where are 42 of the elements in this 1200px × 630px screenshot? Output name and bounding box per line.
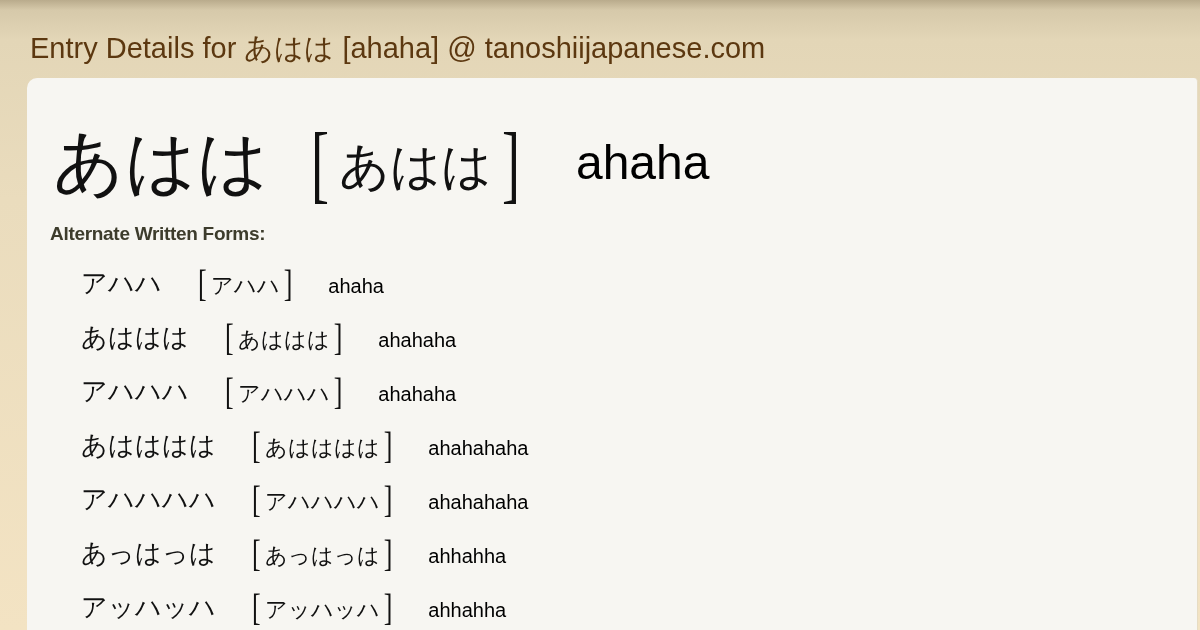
entry-word: あはは — [53, 128, 269, 198]
form-romaji: ahhahha — [428, 546, 507, 566]
form-word: アハハハハ — [81, 487, 216, 513]
entry-romaji: ahaha — [575, 139, 710, 187]
reading-bracket: [ — [252, 427, 261, 465]
reading-bracket: [ — [311, 119, 329, 207]
form-romaji: ahahahaha — [428, 492, 529, 512]
form-reading: アハハハ — [237, 382, 330, 405]
page-title: Entry Details for あはは [ahaha] @ tanoshiijapanese.com — [30, 31, 766, 66]
form-reading: アッハッハ — [264, 598, 380, 621]
reading-bracket: ] — [383, 481, 393, 519]
form-word: アハハハ — [81, 379, 189, 405]
reading-bracket: ] — [383, 589, 393, 627]
entry-reading: あはは — [339, 141, 492, 191]
form-reading: あははは — [237, 328, 330, 351]
reading-bracket: ] — [502, 119, 520, 207]
reading-bracket: ] — [333, 319, 343, 357]
form-word: アッハッハ — [81, 595, 216, 621]
reading-bracket: ] — [283, 265, 293, 303]
form-romaji: ahhahha — [428, 600, 507, 620]
reading-bracket: ] — [333, 373, 343, 411]
form-romaji: ahahaha — [378, 330, 457, 350]
form-reading: アハハハハ — [264, 490, 380, 513]
form-romaji: ahaha — [328, 276, 384, 296]
form-word: あははは — [81, 325, 189, 351]
form-reading: あっはっは — [264, 544, 380, 567]
form-romaji: ahahaha — [378, 384, 457, 404]
form-romaji: ahahahaha — [428, 438, 529, 458]
reading-bracket: [ — [198, 265, 207, 303]
reading-bracket: ] — [383, 535, 393, 573]
section-heading: Alternate Written Forms: — [50, 222, 266, 246]
form-word: あはははは — [81, 433, 216, 459]
reading-bracket: [ — [225, 319, 234, 357]
form-reading: アハハ — [210, 274, 280, 297]
reading-bracket: [ — [225, 373, 234, 411]
form-word: あっはっは — [81, 541, 216, 567]
reading-bracket: [ — [252, 481, 261, 519]
reading-bracket: [ — [252, 535, 261, 573]
reading-bracket: ] — [383, 427, 393, 465]
form-reading: あはははは — [264, 436, 380, 459]
reading-bracket: [ — [252, 589, 261, 627]
form-word: アハハ — [81, 271, 162, 297]
